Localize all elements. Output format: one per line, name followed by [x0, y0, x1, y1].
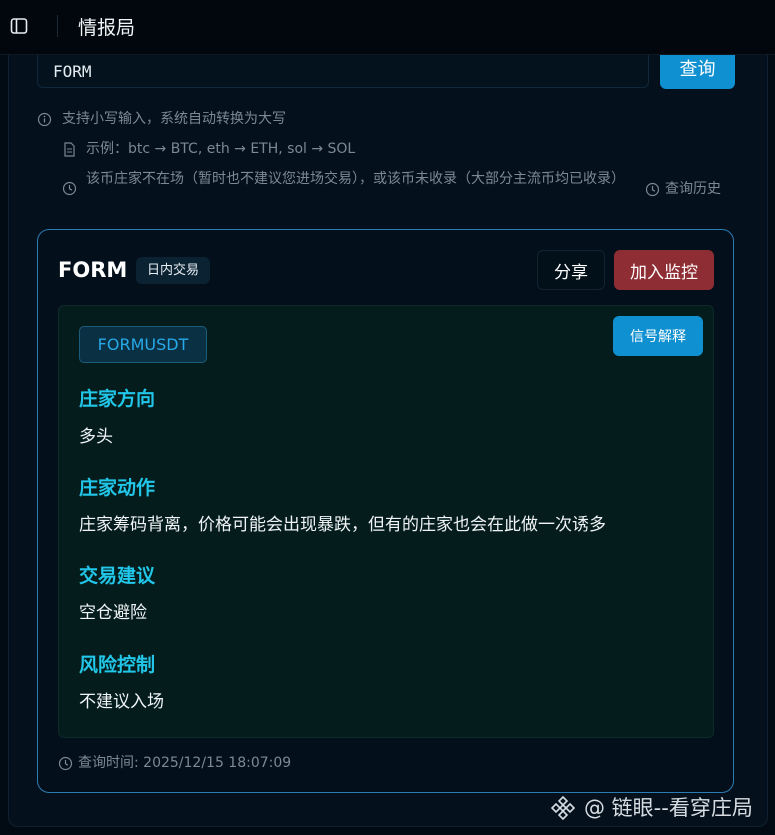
- sidebar-toggle-icon[interactable]: [10, 17, 28, 35]
- history-clock-icon: [645, 182, 660, 197]
- signal-explain-button[interactable]: 信号解释: [613, 316, 703, 356]
- share-button[interactable]: 分享: [537, 250, 605, 290]
- watermark-text: @ 链眼--看穿庄局: [584, 796, 753, 820]
- section-body-action: 庄家筹码背离，价格可能会出现暴跌，但有的庄家也会在此做一次诱多: [79, 515, 606, 535]
- hint-lowercase-text: 支持小写输入，系统自动转换为大写: [62, 111, 286, 127]
- pair-badge: FORMUSDT: [79, 326, 207, 363]
- binance-logo-icon: [550, 795, 576, 821]
- header-divider: [57, 15, 58, 37]
- result-symbol: FORM: [58, 258, 128, 282]
- clock-icon: [62, 181, 77, 196]
- add-monitor-button[interactable]: 加入监控: [614, 250, 714, 290]
- document-icon: [64, 142, 75, 157]
- section-title-risk: 风险控制: [79, 654, 156, 676]
- section-title-advice: 交易建议: [79, 565, 156, 587]
- clock-icon: [58, 756, 73, 771]
- hint-example-text: 示例：btc → BTC, eth → ETH, sol → SOL: [86, 141, 356, 157]
- query-time-text: 查询时间: 2025/12/15 18:07:09: [78, 755, 292, 771]
- top-bar: 情报局: [0, 0, 775, 55]
- section-title-direction: 庄家方向: [79, 388, 156, 410]
- info-icon: [37, 112, 52, 127]
- section-body-direction: 多头: [79, 427, 113, 447]
- hint-no-dealer-text: 该币庄家不在场（暂时也不建议您进场交易），或该币未收录（大部分主流币均已收录）: [86, 171, 625, 187]
- section-body-risk: 不建议入场: [79, 692, 164, 712]
- trade-mode-tag: 日内交易: [136, 257, 211, 284]
- app-title: 情报局: [78, 17, 136, 39]
- section-body-advice: 空仓避险: [79, 603, 147, 623]
- query-history-label: 查询历史: [665, 181, 721, 197]
- section-title-action: 庄家动作: [79, 477, 156, 499]
